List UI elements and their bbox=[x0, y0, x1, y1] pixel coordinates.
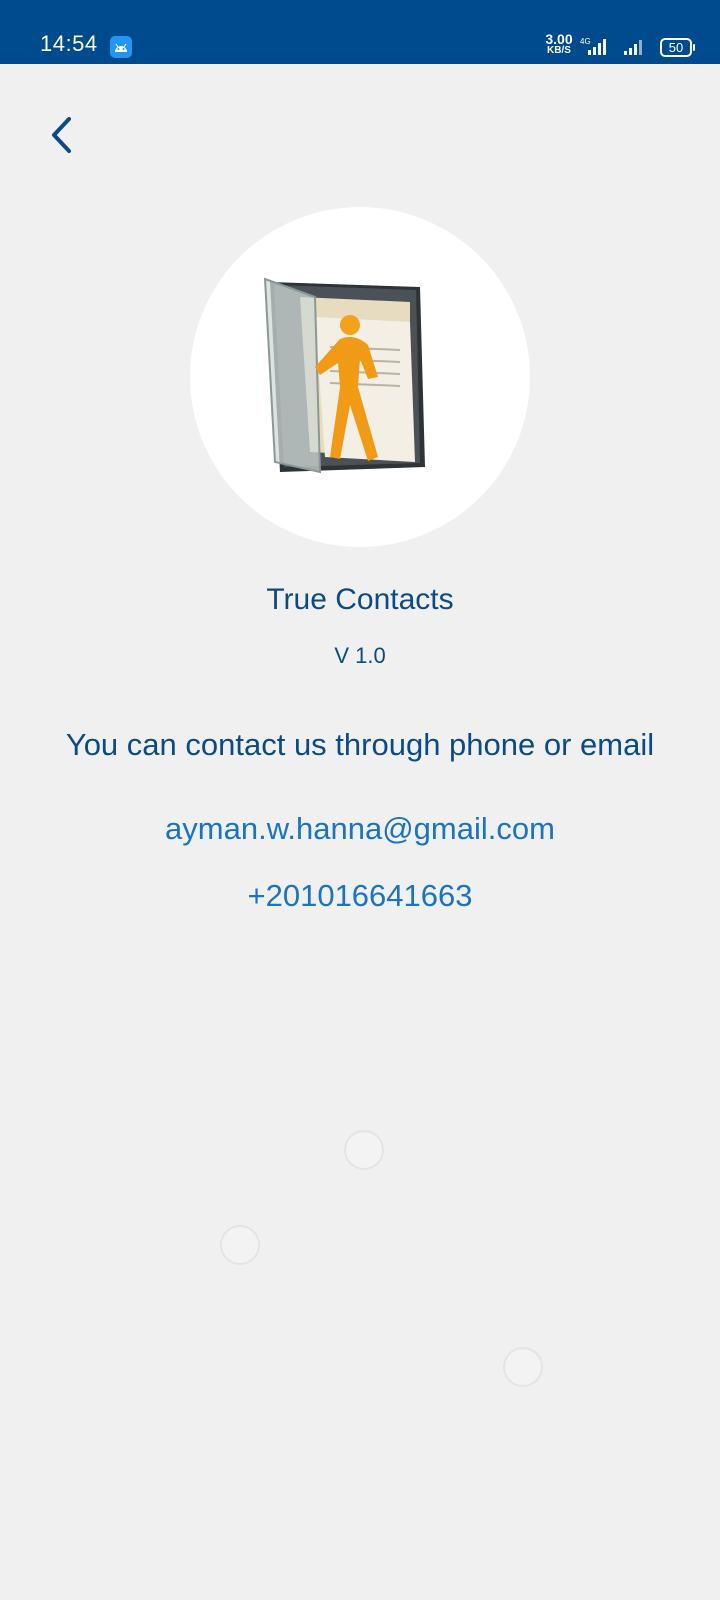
app-logo bbox=[190, 207, 530, 547]
decorative-circle bbox=[344, 1130, 384, 1170]
contact-description: You can contact us through phone or emai… bbox=[65, 727, 655, 762]
signal-4g-icon: 4G bbox=[580, 36, 610, 61]
folder-person-logo-icon bbox=[263, 277, 425, 474]
network-type: 4G bbox=[580, 37, 591, 46]
status-time: 14:54 bbox=[40, 31, 98, 56]
decorative-circle bbox=[503, 1347, 543, 1387]
network-speed-unit: KB/S bbox=[547, 45, 571, 56]
app-name: True Contacts bbox=[266, 583, 454, 616]
decorative-circle bbox=[220, 1225, 260, 1265]
email-link[interactable]: ayman.w.hanna@gmail.com bbox=[0, 811, 720, 847]
android-notification-icon bbox=[110, 36, 132, 58]
network-speed: 3.00 KB/S bbox=[542, 32, 576, 56]
back-button[interactable] bbox=[40, 110, 84, 160]
signal-icon bbox=[622, 38, 648, 61]
battery-icon: 50 bbox=[660, 38, 695, 57]
app-version: V 1.0 bbox=[334, 643, 386, 668]
phone-link[interactable]: +201016641663 bbox=[0, 878, 720, 914]
status-bar: 14:54 3.00 KB/S 4G 50 bbox=[0, 0, 720, 64]
chevron-left-icon bbox=[52, 117, 71, 153]
